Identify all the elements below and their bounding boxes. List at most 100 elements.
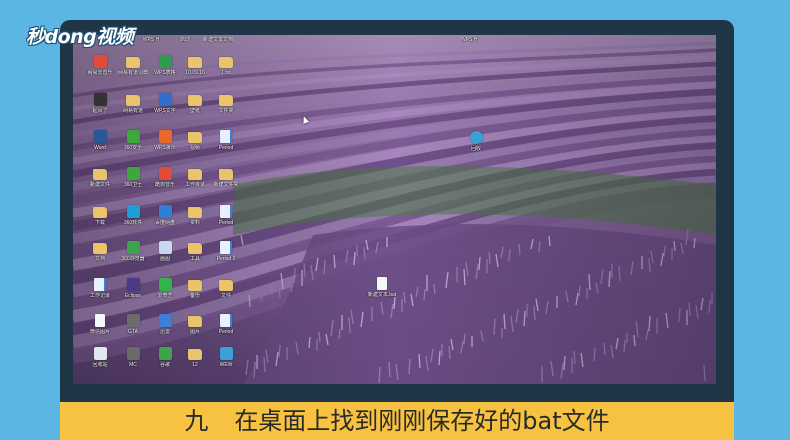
partial-icon-label: 新建文本文档: [203, 35, 233, 47]
icon-label: WPS表格: [154, 70, 176, 76]
folder-icon: [93, 243, 107, 254]
game-app-icon: [126, 347, 140, 360]
icon-label: 工作记录: [89, 293, 110, 299]
desktop-icon[interactable]: Word: [85, 130, 115, 166]
desktop-icon[interactable]: 工作目录: [180, 167, 210, 203]
desktop-icon[interactable]: 360浏览器: [118, 241, 148, 277]
icon-label: 360安全: [123, 145, 143, 151]
desktop-icon[interactable]: 资料: [180, 205, 210, 241]
icon-label: 10.09.16: [185, 70, 205, 76]
partial-label-1: WPS H: [461, 37, 478, 43]
document-icon: [94, 278, 106, 291]
recycle-bin-icon: [93, 347, 107, 360]
image-icon: [95, 314, 105, 327]
folder-icon: [93, 169, 107, 180]
desktop-icon[interactable]: 360卫士: [118, 167, 148, 203]
desktop-icon-bat-file[interactable]: 新建文本.bat: [364, 277, 400, 313]
icon-label: Period: [218, 329, 234, 335]
software-app-icon: [126, 205, 140, 218]
security-app-icon: [126, 167, 140, 180]
desktop-icon[interactable]: 画图: [150, 241, 180, 277]
desktop-icon[interactable]: 360软件: [118, 205, 148, 241]
folder-icon: [219, 169, 233, 180]
desktop-icon[interactable]: 迅雷: [150, 314, 180, 350]
desktop-icon[interactable]: WPS演示: [150, 130, 180, 166]
icon-label: WPS文字: [154, 108, 176, 114]
desktop-icon[interactable]: GTA: [118, 314, 148, 350]
icon-label: 视频: [189, 145, 200, 151]
desktop-icon[interactable]: 360安全: [118, 130, 148, 166]
desktop-icon[interactable]: WPS文字: [150, 93, 180, 129]
icon-label: 工具: [189, 256, 200, 262]
desktop-icon[interactable]: 网易有道词典: [118, 55, 148, 91]
icon-label: 壁纸: [189, 108, 200, 114]
folder-icon: [188, 169, 202, 180]
desktop-icon[interactable]: Eclipse: [118, 278, 148, 314]
desktop-icon[interactable]: Period 2: [211, 241, 241, 277]
music-app-icon: [158, 167, 172, 180]
document-icon: [220, 241, 232, 254]
desktop-icon[interactable]: 视频: [180, 130, 210, 166]
browser-app-icon: [126, 241, 140, 254]
desktop-icon[interactable]: 下载: [85, 205, 115, 241]
desktop-icon[interactable]: 文档: [85, 241, 115, 277]
ide-app-icon: [126, 278, 140, 291]
folder-icon: [93, 207, 107, 218]
icon-label: 下载: [94, 220, 105, 226]
icon-label: 文件: [220, 293, 231, 299]
icon-label: Period: [218, 145, 234, 151]
desktop-icon[interactable]: 回收站: [85, 347, 115, 383]
music-app-icon: [93, 55, 107, 68]
desktop-icon[interactable]: 网易有道: [118, 93, 148, 129]
desktop-icon[interactable]: Period: [211, 130, 241, 166]
desktop-icon[interactable]: 网易云音乐: [85, 55, 115, 91]
desktop-icon[interactable]: Period: [211, 205, 241, 241]
desktop-icon[interactable]: 新建文件夹: [211, 167, 241, 203]
folder-icon: [126, 57, 140, 68]
desktop-icon[interactable]: 新建文件: [85, 167, 115, 203]
icon-label: 工作目录: [184, 182, 205, 188]
partial-label-start: 启动: [179, 37, 190, 43]
desktop-icon[interactable]: 图片: [180, 314, 210, 350]
desktop-icon[interactable]: WPS表格: [150, 55, 180, 91]
folder-icon: [188, 280, 202, 291]
desktop-icon[interactable]: 壁纸: [180, 93, 210, 129]
folder-icon: [126, 95, 140, 106]
icon-label: 文件夹: [218, 108, 234, 114]
icon-label: 爱奇艺: [157, 293, 173, 299]
desktop-screen: 网易云音乐 网易有道词典 WPS表格 10.09.16 1.txt 起风了 网易有道 WPS文…: [73, 35, 716, 384]
desktop-icon[interactable]: MC: [118, 347, 148, 383]
desktop-icon[interactable]: 工具: [180, 241, 210, 277]
icon-label: 图片: [189, 329, 200, 335]
cloud-app-icon: [158, 205, 172, 218]
desktop-icon[interactable]: 爱奇艺: [150, 278, 180, 314]
icon-label: 微信图片: [89, 329, 110, 335]
desktop-icon[interactable]: 起风了: [85, 93, 115, 129]
desktop-icon[interactable]: 谷歌: [150, 347, 180, 383]
folder-icon: [188, 316, 202, 327]
icon-label: Period: [218, 220, 234, 226]
icon-label: Period 2: [216, 256, 236, 262]
icon-label: 谷歌: [159, 362, 170, 368]
desktop-icon-loose-network[interactable]: 回收: [461, 131, 491, 167]
icon-label: 新建文件夹: [213, 182, 239, 188]
desktop-icon[interactable]: Period: [211, 314, 241, 350]
icon-label: 网易有道词典: [118, 70, 148, 76]
desktop-icon[interactable]: 1.txt: [211, 55, 241, 91]
desktop-icon[interactable]: 12: [180, 347, 210, 383]
desktop-icon[interactable]: 百度网盘: [150, 205, 180, 241]
desktop-icon[interactable]: 酷狗音乐: [150, 167, 180, 203]
desktop-icon[interactable]: WEW: [211, 347, 241, 383]
desktop-icon[interactable]: 文件夹: [211, 93, 241, 129]
icon-label: 酷狗音乐: [154, 182, 175, 188]
document-icon: [220, 205, 232, 218]
desktop-icon[interactable]: 工作记录: [85, 278, 115, 314]
desktop-icon[interactable]: 10.09.16: [180, 55, 210, 91]
desktop-icon[interactable]: 文件: [211, 278, 241, 314]
document-icon: [220, 130, 232, 143]
folder-icon: [219, 280, 233, 291]
security-app-icon: [126, 130, 140, 143]
desktop-icon[interactable]: 备份: [180, 278, 210, 314]
desktop-icon[interactable]: 微信图片: [85, 314, 115, 350]
partial-icon-label: 启动: [173, 35, 197, 44]
